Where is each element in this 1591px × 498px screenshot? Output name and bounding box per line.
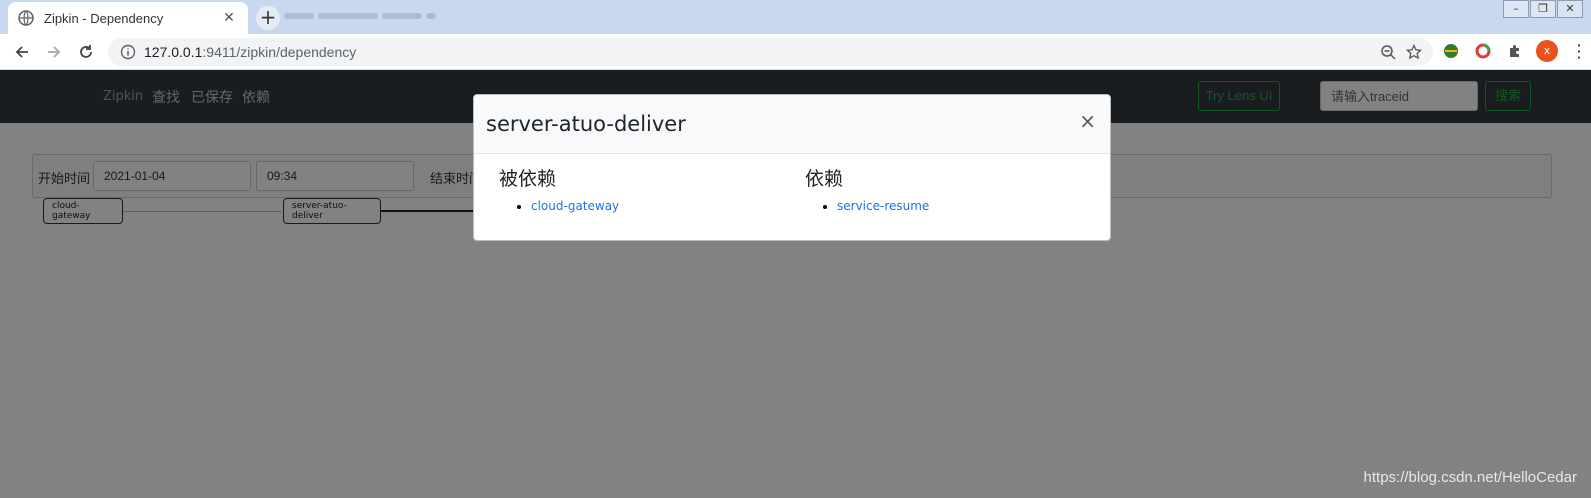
extensions-puzzle-icon[interactable] [1504, 40, 1526, 62]
forward-button[interactable] [42, 40, 66, 64]
dependents-column: 被依赖 cloud-gateway [499, 164, 619, 215]
extension-globe-icon[interactable] [1440, 40, 1462, 62]
modal-close-icon[interactable]: × [1079, 109, 1096, 133]
browser-toolbar: 127.0.0.1:9411/zipkin/dependency x ⋮ [0, 34, 1591, 70]
omnibox-actions [1379, 43, 1423, 61]
browser-menu-icon[interactable]: ⋮ [1568, 40, 1590, 62]
modal-body: 被依赖 cloud-gateway 依赖 service-resume [474, 154, 1110, 240]
browser-tabstrip: Zipkin - Dependency ✕ + – ❐ ✕ [0, 0, 1591, 34]
window-close-button[interactable]: ✕ [1557, 0, 1583, 18]
dependency-modal: server-atuo-deliver × 被依赖 cloud-gateway … [473, 94, 1111, 241]
dependencies-column: 依赖 service-resume [805, 164, 929, 215]
list-item: cloud-gateway [531, 197, 619, 215]
background-tab[interactable] [282, 9, 462, 23]
dependencies-heading: 依赖 [805, 168, 844, 190]
zoom-icon[interactable] [1379, 43, 1397, 61]
dependents-list: cloud-gateway [499, 197, 619, 215]
watermark: https://blog.csdn.net/HelloCedar [1363, 469, 1577, 486]
url-text: 127.0.0.1:9411/zipkin/dependency [144, 44, 356, 60]
globe-icon [18, 10, 34, 26]
arrow-left-icon [15, 46, 28, 58]
back-button[interactable] [10, 40, 34, 64]
url-path: :9411/zipkin/dependency [202, 44, 357, 60]
arrow-right-icon [48, 46, 61, 58]
restore-button[interactable]: ❐ [1530, 0, 1556, 18]
dependencies-list: service-resume [805, 197, 929, 215]
address-bar[interactable]: 127.0.0.1:9411/zipkin/dependency [108, 38, 1433, 66]
bookmark-star-icon[interactable] [1405, 43, 1423, 61]
reload-icon [80, 45, 92, 58]
extensions-area: x ⋮ [1440, 40, 1590, 62]
tab-close-icon[interactable]: ✕ [220, 10, 238, 26]
modal-header: server-atuo-deliver × [474, 95, 1110, 154]
extension-ring-icon[interactable] [1472, 40, 1494, 62]
url-host: 127.0.0.1 [144, 44, 203, 60]
info-icon[interactable] [120, 44, 136, 60]
modal-title: server-atuo-deliver [486, 112, 686, 136]
list-item: service-resume [837, 197, 929, 215]
dependent-link[interactable]: cloud-gateway [531, 199, 619, 213]
minimize-button[interactable]: – [1503, 0, 1529, 18]
dependents-heading: 被依赖 [499, 168, 557, 190]
browser-tab[interactable]: Zipkin - Dependency ✕ [8, 2, 248, 34]
profile-avatar[interactable]: x [1536, 40, 1558, 62]
reload-button[interactable] [74, 40, 98, 64]
new-tab-button[interactable]: + [256, 6, 280, 30]
dependency-link[interactable]: service-resume [837, 199, 929, 213]
tab-title: Zipkin - Dependency [44, 10, 164, 26]
window-controls: – ❐ ✕ [1502, 0, 1583, 18]
